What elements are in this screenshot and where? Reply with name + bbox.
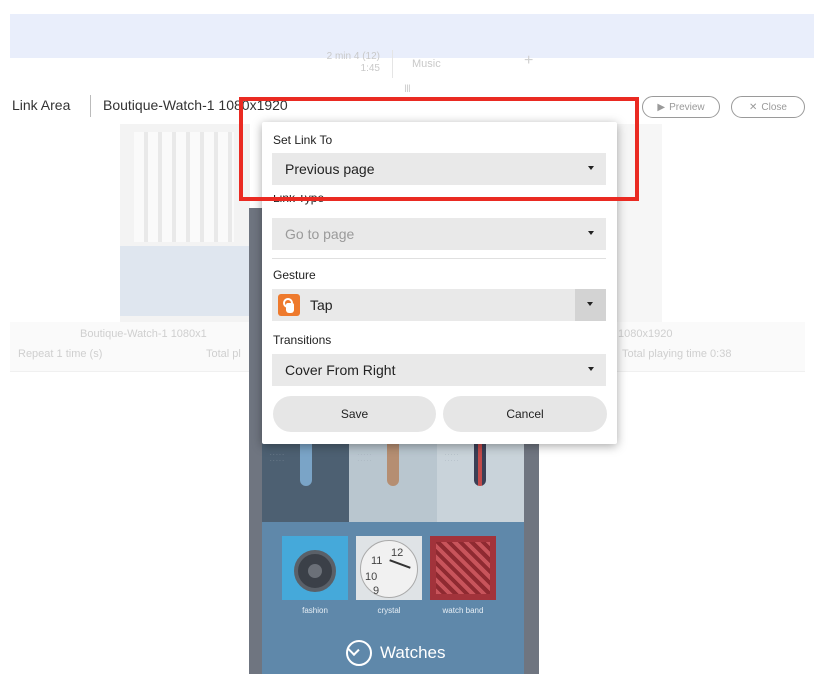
set-link-to-select[interactable]: Previous page bbox=[272, 153, 606, 185]
link-area-editor: 2 min 4 (12) 1:45 Music + Ⅲ Link Area Bo… bbox=[0, 0, 814, 674]
page-title: Link Area bbox=[12, 97, 71, 113]
category-watch-band[interactable]: watch band bbox=[430, 536, 496, 616]
watch-band-image bbox=[430, 536, 496, 600]
category-fashion[interactable]: fashion bbox=[282, 536, 348, 616]
tile-fine-print: · · · · · · · · · · bbox=[270, 452, 284, 464]
header-divider bbox=[90, 95, 91, 117]
fashion-watch-image bbox=[282, 536, 348, 600]
band-weave bbox=[436, 542, 490, 594]
tap-hand-icon bbox=[278, 294, 300, 316]
watch-strap-row: · · · · · · · · · · · · · · · · · · · · · … bbox=[262, 440, 524, 522]
cancel-button[interactable]: Cancel bbox=[443, 396, 607, 432]
link-type-select: Go to page bbox=[272, 218, 606, 250]
close-label: Close bbox=[761, 101, 787, 113]
gesture-select[interactable]: Tap bbox=[272, 289, 606, 321]
link-type-label: Link Type bbox=[273, 195, 325, 205]
bg-toolbar-divider bbox=[392, 50, 393, 78]
close-button[interactable]: ✕ Close bbox=[731, 96, 805, 118]
gesture-label: Gesture bbox=[273, 268, 316, 282]
project-name: Boutique-Watch-1 1080x1920 bbox=[103, 97, 288, 113]
watch-dial bbox=[294, 550, 336, 592]
watches-label: Watches bbox=[380, 643, 446, 662]
link-settings-dialog: Set Link To Previous page Link Type Go t… bbox=[262, 122, 617, 444]
transitions-value: Cover From Right bbox=[285, 362, 396, 378]
set-link-to-value: Previous page bbox=[285, 161, 375, 177]
preview-button[interactable]: ▶ Preview bbox=[642, 96, 720, 118]
category-row: fashion 12 11 10 9 crystal watch band bbox=[282, 536, 516, 616]
caret-down-icon bbox=[588, 231, 594, 235]
link-type-value: Go to page bbox=[285, 226, 355, 242]
play-icon: ▶ bbox=[657, 101, 666, 113]
bg-page-thumbnail-left[interactable] bbox=[120, 124, 250, 322]
bg-bars-icon: Ⅲ bbox=[404, 84, 411, 95]
category-label: crystal bbox=[377, 606, 401, 615]
transitions-select[interactable]: Cover From Right bbox=[272, 354, 606, 386]
gesture-value: Tap bbox=[310, 297, 333, 313]
top-strip bbox=[0, 0, 814, 14]
bg-left-total: Total pl bbox=[206, 348, 241, 360]
caret-down-icon bbox=[588, 166, 594, 170]
bg-music-label: Music bbox=[412, 58, 441, 70]
watch-tile[interactable]: · · · · · · · · · · bbox=[262, 440, 350, 522]
bg-thumbnail-pattern bbox=[134, 132, 234, 242]
bg-duration-line: 1:45 bbox=[360, 63, 380, 74]
bg-right-total: Total playing time 0:38 bbox=[622, 348, 732, 360]
watch-tile[interactable]: · · · · · · · · · · bbox=[349, 440, 437, 522]
watch-face: 12 11 10 9 bbox=[360, 540, 418, 598]
watch-tile[interactable]: · · · · · · · · · · bbox=[436, 440, 524, 522]
bg-left-name: Boutique-Watch-1 1080x1 bbox=[80, 328, 207, 340]
bg-right-name: 1080x1920 bbox=[618, 328, 673, 340]
bg-add-icon: + bbox=[524, 52, 534, 69]
save-button[interactable]: Save bbox=[273, 396, 436, 432]
bg-left-repeat: Repeat 1 time (s) bbox=[18, 348, 103, 360]
top-banner bbox=[10, 14, 814, 58]
preview-label: Preview bbox=[669, 101, 705, 113]
close-icon: ✕ bbox=[749, 101, 758, 113]
tile-fine-print: · · · · · · · · · · bbox=[357, 452, 372, 464]
caret-down-icon bbox=[587, 302, 593, 306]
divider bbox=[272, 258, 606, 259]
transitions-label: Transitions bbox=[273, 333, 332, 347]
gesture-dropdown-toggle[interactable] bbox=[575, 289, 606, 321]
bg-page-thumbnail-right[interactable] bbox=[612, 124, 662, 322]
category-label: fashion bbox=[302, 606, 328, 615]
tile-fine-print: · · · · · · · · · · bbox=[444, 452, 459, 464]
watches-section-title[interactable]: Watches bbox=[346, 640, 446, 666]
set-link-to-label: Set Link To bbox=[273, 133, 333, 147]
crystal-watch-image: 12 11 10 9 bbox=[356, 536, 422, 600]
category-crystal[interactable]: 12 11 10 9 crystal bbox=[356, 536, 422, 616]
bg-duration-line: 2 min 4 (12) bbox=[326, 51, 380, 62]
bg-thumbnail-image bbox=[120, 246, 250, 316]
bg-duration-readout: 2 min 4 (12) 1:45 bbox=[300, 51, 380, 75]
clock-icon bbox=[346, 640, 372, 666]
category-label: watch band bbox=[442, 606, 484, 615]
caret-down-icon bbox=[588, 367, 594, 371]
